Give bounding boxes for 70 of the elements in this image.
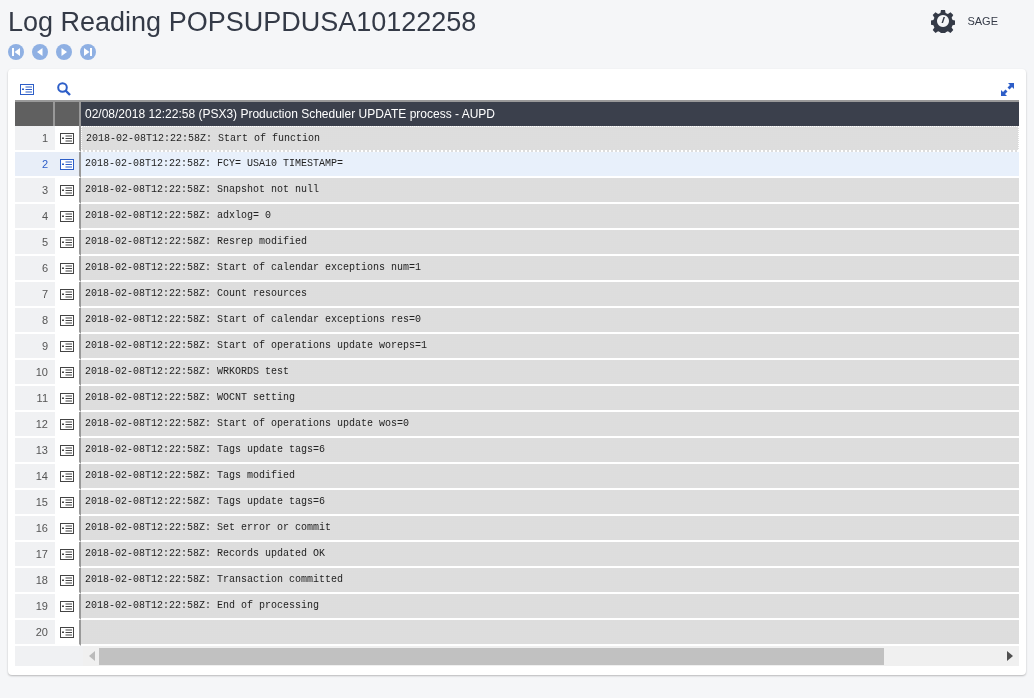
row-number[interactable]: 19 bbox=[15, 594, 55, 620]
log-entry: 2018-02-08T12:22:58Z: Start of operations update wos=0 bbox=[81, 412, 1019, 438]
scrollbar-corner bbox=[15, 646, 83, 666]
log-entry: 2018-02-08T12:22:58Z: WRKORDS test bbox=[81, 360, 1019, 386]
row-detail-icon[interactable] bbox=[60, 496, 74, 508]
log-entry: 2018-02-08T12:22:58Z: Snapshot not null bbox=[81, 178, 1019, 204]
row-number[interactable]: 12 bbox=[15, 412, 55, 438]
search-icon[interactable] bbox=[57, 82, 71, 96]
row-number[interactable]: 8 bbox=[15, 308, 55, 334]
log-entry: 2018-02-08T12:22:58Z: FCY= USA10 TIMESTAMP= bbox=[81, 152, 1019, 178]
row-detail-icon[interactable] bbox=[60, 470, 74, 482]
user-name[interactable]: SAGE bbox=[967, 12, 998, 30]
row-detail-icon[interactable] bbox=[60, 548, 74, 560]
row-detail-icon[interactable] bbox=[60, 132, 74, 144]
row-detail-icon[interactable] bbox=[60, 184, 74, 196]
row-number[interactable]: 20 bbox=[15, 620, 55, 646]
row-detail-icon[interactable] bbox=[60, 340, 74, 352]
row-number[interactable]: 15 bbox=[15, 490, 55, 516]
row-number[interactable]: 10 bbox=[15, 360, 55, 386]
log-entry: 2018-02-08T12:22:58Z: Tags modified bbox=[81, 464, 1019, 490]
log-entry: 2018-02-08T12:22:58Z: Start of calendar exceptions res=0 bbox=[81, 308, 1019, 334]
row-number[interactable]: 18 bbox=[15, 568, 55, 594]
row-detail-icon[interactable] bbox=[60, 262, 74, 274]
row-number[interactable]: 4 bbox=[15, 204, 55, 230]
row-detail-icon[interactable] bbox=[60, 444, 74, 456]
row-detail-icon[interactable] bbox=[60, 418, 74, 430]
row-detail-icon[interactable] bbox=[60, 522, 74, 534]
log-entry: 2018-02-08T12:22:58Z: WOCNT setting bbox=[81, 386, 1019, 412]
row-number[interactable]: 3 bbox=[15, 178, 55, 204]
log-entry: 2018-02-08T12:22:58Z: adxlog= 0 bbox=[81, 204, 1019, 230]
log-entry: 2018-02-08T12:22:58Z: Count resources bbox=[81, 282, 1019, 308]
log-entry: 2018-02-08T12:22:58Z: Transaction committed bbox=[81, 568, 1019, 594]
row-number[interactable]: 14 bbox=[15, 464, 55, 490]
row-number[interactable]: 13 bbox=[15, 438, 55, 464]
log-entry: 2018-02-08T12:22:58Z: Set error or commit bbox=[81, 516, 1019, 542]
row-detail-icon[interactable] bbox=[60, 314, 74, 326]
settings-icon[interactable] bbox=[931, 9, 956, 33]
log-entry: 2018-02-08T12:22:58Z: End of processing bbox=[81, 594, 1019, 620]
row-detail-icon[interactable] bbox=[60, 158, 74, 170]
row-detail-icon[interactable] bbox=[60, 392, 74, 404]
scroll-right-icon[interactable] bbox=[1007, 651, 1013, 661]
log-entry: 2018-02-08T12:22:58Z: Records updated OK bbox=[81, 542, 1019, 568]
row-detail-icon[interactable] bbox=[60, 210, 74, 222]
row-number[interactable]: 16 bbox=[15, 516, 55, 542]
row-number[interactable]: 6 bbox=[15, 256, 55, 282]
horizontal-scrollbar[interactable] bbox=[83, 646, 1019, 666]
log-entry: 2018-02-08T12:22:58Z: Start of calendar exceptions num=1 bbox=[81, 256, 1019, 282]
row-number[interactable]: 17 bbox=[15, 542, 55, 568]
row-number[interactable]: 1 bbox=[15, 126, 55, 152]
row-detail-icon[interactable] bbox=[60, 574, 74, 586]
row-number[interactable]: 11 bbox=[15, 386, 55, 412]
expand-icon[interactable] bbox=[1001, 82, 1014, 96]
row-detail-icon[interactable] bbox=[60, 366, 74, 378]
row-detail-icon[interactable] bbox=[60, 600, 74, 612]
row-detail-icon[interactable] bbox=[60, 626, 74, 638]
scrollbar-thumb[interactable] bbox=[99, 647, 884, 665]
row-number[interactable]: 2 bbox=[15, 152, 55, 178]
log-entry: 2018-02-08T12:22:58Z: Tags update tags=6 bbox=[81, 438, 1019, 464]
row-detail-icon[interactable] bbox=[60, 236, 74, 248]
row-number[interactable]: 5 bbox=[15, 230, 55, 256]
log-entry: 2018-02-08T12:22:58Z: Start of function bbox=[81, 126, 1019, 152]
page-title: Log Reading POPSUPDUSA10122258 bbox=[8, 6, 477, 38]
row-number[interactable]: 9 bbox=[15, 334, 55, 360]
list-view-icon[interactable] bbox=[20, 83, 34, 95]
log-entry: 2018-02-08T12:22:58Z: Resrep modified bbox=[81, 230, 1019, 256]
row-detail-icon[interactable] bbox=[60, 288, 74, 300]
log-entry: 2018-02-08T12:22:58Z: Start of operations update woreps=1 bbox=[81, 334, 1019, 360]
row-number[interactable]: 7 bbox=[15, 282, 55, 308]
log-entry: 2018-02-08T12:22:58Z: Tags update tags=6 bbox=[81, 490, 1019, 516]
column-header: 02/08/2018 12:22:58 (PSX3) Production Scheduler UPDATE process - AUPD bbox=[81, 102, 1019, 126]
